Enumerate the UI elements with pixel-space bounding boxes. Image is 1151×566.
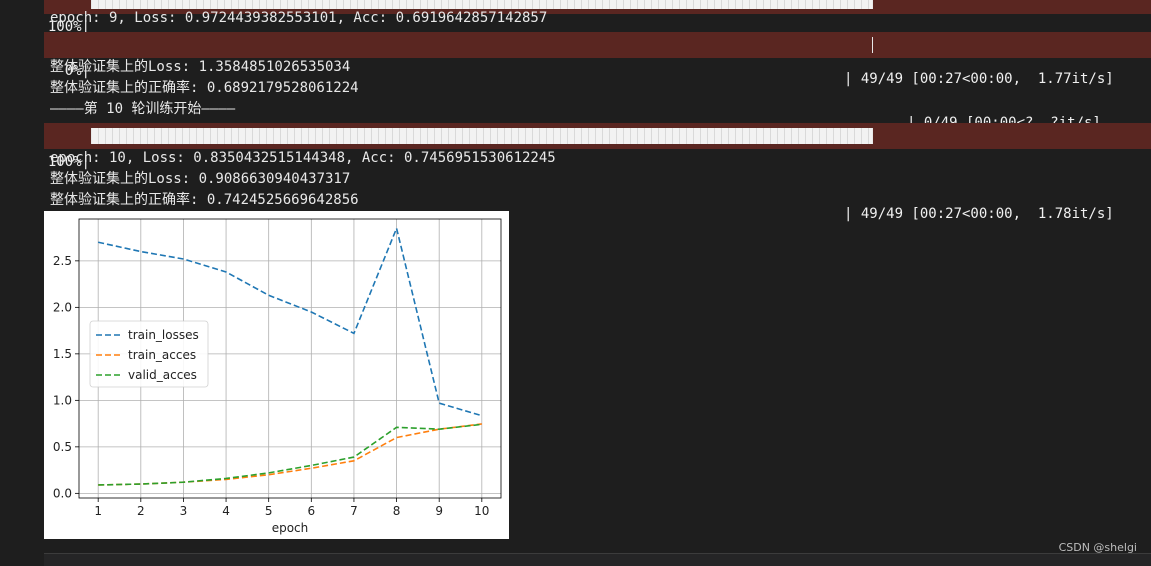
legend-label: valid_acces xyxy=(128,368,197,382)
validation-loss-10: 整体验证集上的Loss: 0.9086630940437317 xyxy=(50,171,351,187)
progress-track xyxy=(91,37,873,53)
validation-loss-9: 整体验证集上的Loss: 1.3584851026535034 xyxy=(50,59,351,75)
x-tick-label: 10 xyxy=(474,504,489,518)
progress-stats: | 49/49 [00:27<00:00, 1.77it/s] xyxy=(844,71,1114,87)
progress-fill xyxy=(92,128,872,144)
x-tick-label: 3 xyxy=(180,504,188,518)
progress-bar-validation: 0%| | 0/49 [00:00<?, ?it/s] xyxy=(44,32,1151,131)
y-tick-label: 2.5 xyxy=(53,254,72,268)
y-tick-label: 2.0 xyxy=(53,300,72,314)
progress-track xyxy=(91,128,873,144)
progress-bar-train: 100%| | 49/49 [00:27<00:00, 1.78it/s] xyxy=(44,123,1151,222)
x-tick-label: 7 xyxy=(350,504,358,518)
watermark: CSDN @shelgi xyxy=(1058,541,1137,554)
validation-accuracy-10: 整体验证集上的正确率: 0.7424525669642856 xyxy=(50,192,359,208)
y-tick-label: 0.0 xyxy=(53,486,72,500)
round-start-banner: ————第 10 轮训练开始———— xyxy=(50,101,236,117)
validation-accuracy-9: 整体验证集上的正确率: 0.6892179528061224 xyxy=(50,80,359,96)
next-cell-edge[interactable] xyxy=(44,553,1151,566)
epoch-9-summary: epoch: 9, Loss: 0.9724439382553101, Acc:… xyxy=(50,10,548,26)
series-line-train_acces xyxy=(98,423,482,486)
progress-stats: | 49/49 [00:27<00:00, 1.78it/s] xyxy=(844,206,1114,222)
x-axis-label: epoch xyxy=(272,521,309,535)
y-tick-label: 1.0 xyxy=(53,393,72,407)
legend-label: train_losses xyxy=(128,328,199,342)
epoch-10-summary: epoch: 10, Loss: 0.8350432515144348, Acc… xyxy=(50,150,556,166)
x-tick-label: 8 xyxy=(393,504,401,518)
x-tick-label: 6 xyxy=(307,504,315,518)
series-line-valid_acces xyxy=(98,423,482,486)
y-tick-label: 1.5 xyxy=(53,347,72,361)
y-tick-label: 0.5 xyxy=(53,440,72,454)
legend-label: train_acces xyxy=(128,348,196,362)
line-chart: 1 2 3 4 5 6 7 8 9 10 0.0 0.5 1.0 1.5 2.0 2.5 epoch train_… xyxy=(53,218,502,535)
x-tick-label: 5 xyxy=(265,504,273,518)
x-tick-label: 4 xyxy=(222,504,230,518)
x-tick-label: 1 xyxy=(94,504,102,518)
training-curves-plot: 1 2 3 4 5 6 7 8 9 10 0.0 0.5 1.0 1.5 2.0 2.5 epoch train_… xyxy=(44,211,509,539)
x-tick-label: 9 xyxy=(435,504,443,518)
x-tick-label: 2 xyxy=(137,504,145,518)
notebook-output: 100%| | 49/49 [00:27<00:00, 1.77it/s] ep… xyxy=(0,0,1151,566)
